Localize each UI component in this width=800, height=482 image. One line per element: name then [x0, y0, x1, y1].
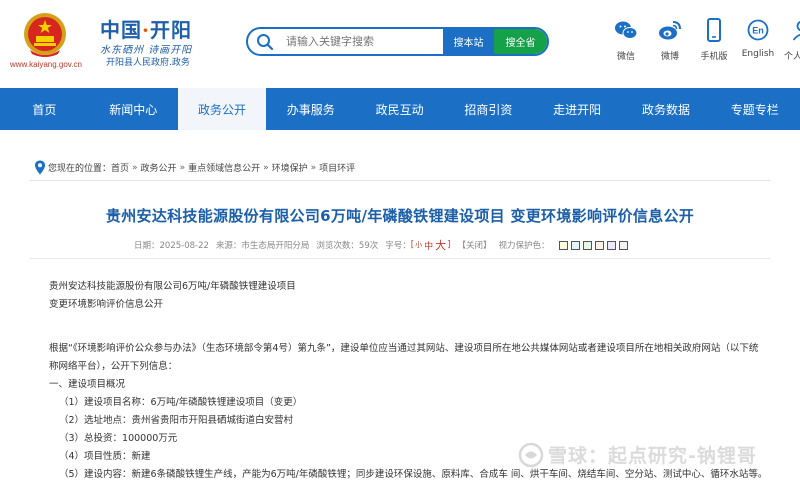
breadcrumb-prefix: 您现在的位置：: [48, 164, 112, 174]
body-paragraph: （5）建设内容：新建6条磷酸铁锂生产线，产能为6万吨/年磷酸铁锂；同步建设环保设…: [59, 469, 768, 480]
top-link-label: 手机版: [700, 52, 728, 62]
nav-item-services[interactable]: 办事服务: [266, 88, 355, 130]
divider: [30, 258, 770, 259]
font-size-label: 字号：: [385, 241, 411, 251]
nav-item-investment[interactable]: 招商引资: [444, 88, 533, 130]
article-source: 来源：市生态局开阳分局: [215, 241, 310, 251]
theme-swatch[interactable]: [619, 240, 629, 250]
weibo-icon: [658, 18, 682, 42]
body-paragraph: （2）选址地点：贵州省贵阳市开阳县硒城街道白安营村: [59, 415, 294, 426]
view-count: 浏览次数：59次: [316, 241, 379, 251]
bracket-close: ]: [447, 240, 451, 250]
national-emblem-icon: [24, 13, 66, 57]
site-url[interactable]: www.kaiyang.gov.cn: [10, 60, 82, 69]
top-link-label: 个人中心: [783, 52, 800, 62]
top-link-label: 微博: [660, 52, 679, 62]
english-icon: En: [746, 18, 770, 42]
search-province-button[interactable]: 搜全省: [494, 29, 547, 54]
close-button[interactable]: 【关闭】: [457, 239, 491, 251]
location-pin-icon: [35, 160, 45, 175]
logo-china: 中国: [100, 18, 142, 42]
breadcrumb-separator: »: [310, 162, 317, 173]
breadcrumb-home[interactable]: 首页: [111, 161, 129, 174]
nav-item-interaction[interactable]: 政民互动: [355, 88, 444, 130]
eye-protection-label: 视力保护色：: [498, 241, 550, 251]
font-size-large-button[interactable]: 大: [435, 237, 446, 253]
mobile-icon: [702, 18, 726, 42]
search-site-button[interactable]: 搜本站: [442, 29, 494, 54]
theme-swatch[interactable]: [559, 240, 569, 250]
top-links: 微信 微博 手机版 En English 个人: [604, 18, 800, 62]
divider: [30, 180, 770, 181]
nav-item-news[interactable]: 新闻中心: [89, 88, 178, 130]
nav-item-topics[interactable]: 专题专栏: [710, 88, 799, 130]
watermark-text: 雪球：起点研究-钠锂哥: [548, 445, 757, 467]
logo-dot: ·: [142, 18, 150, 42]
top-link-mobile[interactable]: 手机版: [692, 18, 736, 62]
top-link-english[interactable]: En English: [736, 18, 780, 62]
bracket-open: [: [410, 240, 415, 250]
body-paragraph: 变更环境影响评价信息公开: [49, 299, 164, 310]
font-size-medium-button[interactable]: 中: [424, 239, 433, 252]
snowball-logo-icon: [518, 442, 544, 467]
logo-slogan: 水东硒州 诗画开阳: [100, 45, 193, 56]
svg-text:En: En: [752, 26, 764, 36]
top-link-label: English: [741, 49, 775, 59]
breadcrumb-key-areas[interactable]: 重点领域信息公开: [188, 161, 260, 174]
top-link-user[interactable]: 个人中心: [780, 18, 800, 62]
search-icon[interactable]: [248, 29, 282, 54]
article-title: 贵州安达科技能源股份有限公司6万吨/年磷酸铁锂建设项目 变更环境影响评价信息公开: [105, 207, 695, 225]
breadcrumb: 您现在的位置： 首页 » 政务公开 » 重点领域信息公开 » 环境保护 » 项目…: [34, 160, 355, 175]
top-link-wechat[interactable]: 微信: [604, 18, 648, 62]
body-paragraph: 贵州安达科技能源股份有限公司6万吨/年磷酸铁锂建设项目: [49, 281, 296, 292]
breadcrumb-environment[interactable]: 环境保护: [272, 161, 308, 174]
nav-item-about[interactable]: 走进开阳: [533, 88, 622, 130]
nav-item-data[interactable]: 政务数据: [622, 88, 711, 130]
body-paragraph: （1）建设项目名称：6万吨/年磷酸铁锂建设项目（变更）: [59, 397, 303, 408]
article-meta: 日期：2025-08-22 来源：市生态局开阳分局 浏览次数：59次 字号： […: [134, 237, 638, 253]
theme-swatch[interactable]: [583, 240, 593, 250]
site-logo-title[interactable]: 中国·开阳: [100, 14, 192, 43]
font-size-control: 字号： [ 小 中 大 ]: [385, 237, 450, 253]
nav-item-gov-affairs[interactable]: 政务公开: [177, 88, 267, 130]
logo-kaiyang: 开阳: [149, 18, 192, 42]
main-nav: 首页 新闻中心 政务公开 办事服务 政民互动 招商引资 走进开阳 政务数据 专题…: [0, 88, 800, 130]
theme-swatch[interactable]: [571, 240, 581, 250]
nav-item-home[interactable]: 首页: [0, 88, 89, 130]
theme-swatch[interactable]: [595, 240, 605, 250]
logo-subtitle: 开阳县人民政府.政务: [106, 58, 190, 68]
font-size-small-button[interactable]: 小: [415, 240, 422, 250]
breadcrumb-gov-affairs[interactable]: 政务公开: [141, 161, 177, 174]
top-link-weibo[interactable]: 微博: [648, 18, 692, 62]
eye-protection-swatches: [559, 240, 631, 250]
body-paragraph: 根据“《环境影响评价公众参与办法》（生态环境部令第4号）第九条”，建设单位应当通…: [49, 343, 759, 372]
section-heading: 一、建设项目概况: [49, 379, 126, 390]
breadcrumb-separator: »: [263, 162, 269, 173]
breadcrumb-separator: »: [179, 162, 186, 173]
user-icon: [790, 18, 800, 42]
publish-date: 日期：2025-08-22: [134, 241, 209, 251]
site-header: www.kaiyang.gov.cn 中国·开阳 水东硒州 诗画开阳 开阳县人民…: [0, 0, 800, 88]
breadcrumb-eia[interactable]: 项目环评: [319, 161, 355, 174]
search-input[interactable]: [282, 29, 442, 54]
top-link-label: 微信: [616, 52, 635, 62]
breadcrumb-separator: »: [132, 162, 138, 173]
search-bar: 搜本站 搜全省: [246, 27, 549, 56]
wechat-icon: [614, 18, 638, 42]
watermark: 雪球：起点研究-钠锂哥: [518, 441, 757, 468]
theme-swatch[interactable]: [607, 240, 617, 250]
